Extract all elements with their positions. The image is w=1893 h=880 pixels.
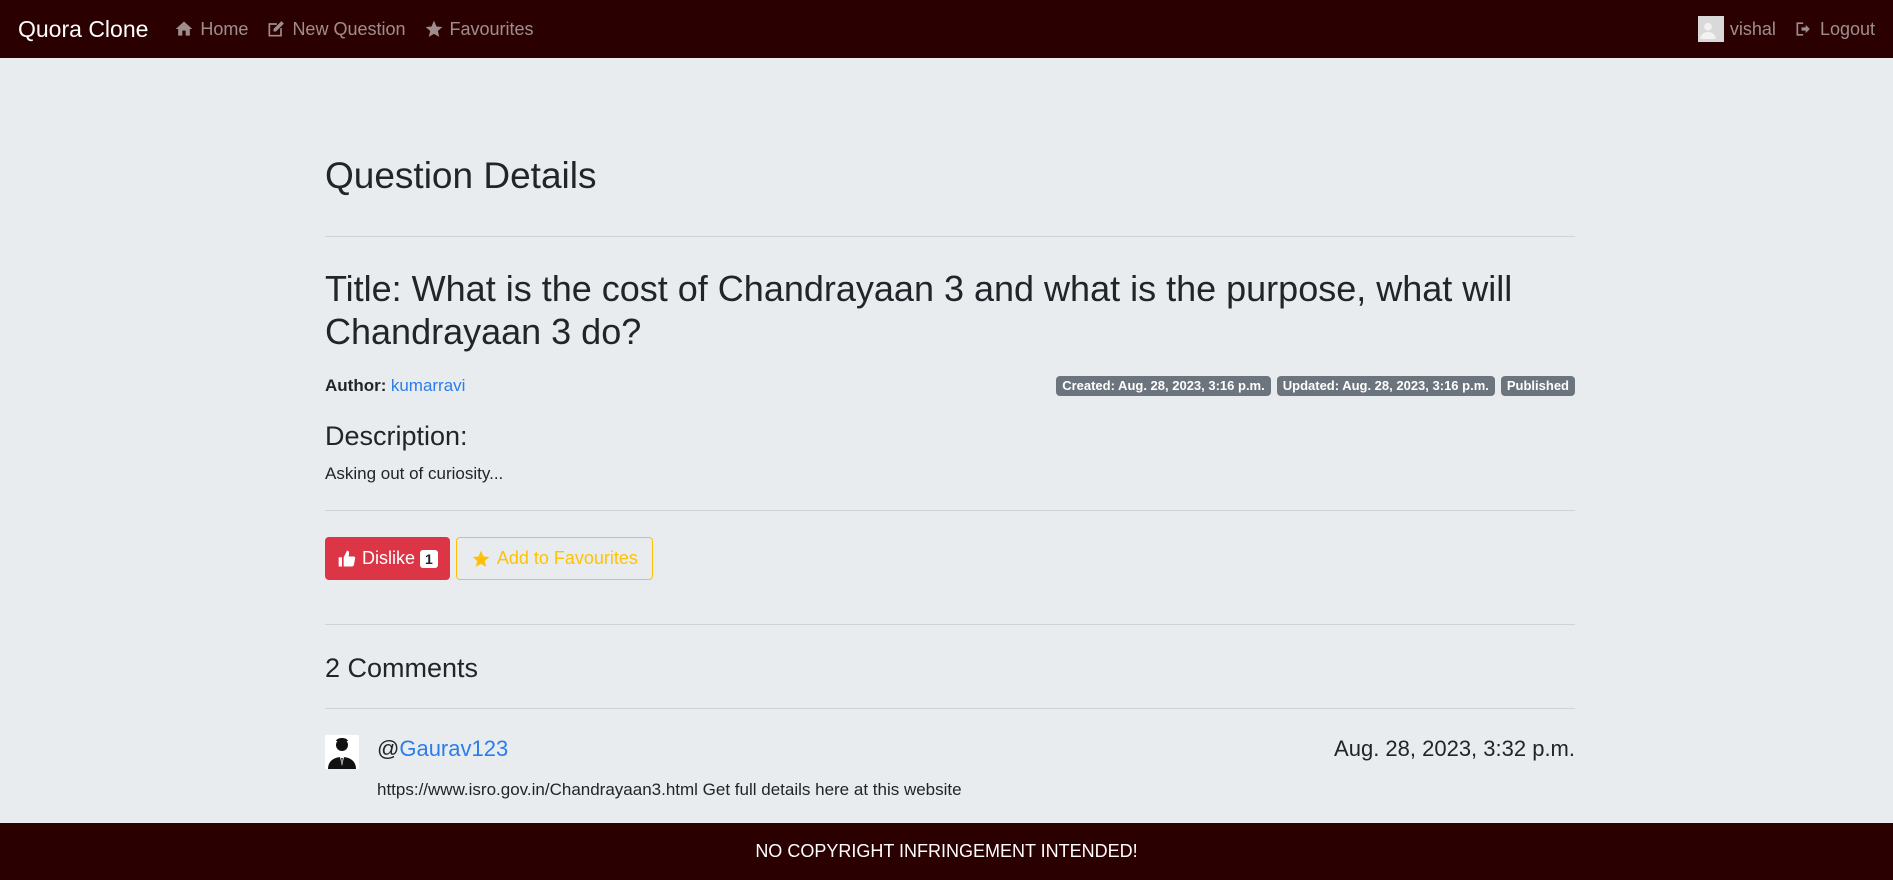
comment-user: @Gaurav123: [377, 736, 508, 762]
edit-icon: [268, 21, 285, 37]
comment-text: https://www.isro.gov.in/Chandrayaan3.htm…: [377, 780, 962, 800]
divider: [325, 708, 1575, 710]
badge-group: Created: Aug. 28, 2023, 3:16 p.m. Update…: [1056, 376, 1575, 397]
commenter-avatar-icon: [325, 735, 359, 770]
author-line: Author: kumarravi: [325, 376, 465, 396]
dislike-count-badge: 1: [420, 549, 438, 568]
brand-link[interactable]: Quora Clone: [18, 16, 148, 43]
status-badge: Published: [1500, 376, 1575, 397]
main-content: Question Details Title: What is the cost…: [325, 58, 1575, 800]
user-name: vishal: [1729, 18, 1776, 39]
author-label: Author:: [325, 376, 387, 396]
comment-header: @Gaurav123 Aug. 28, 2023, 3:32 p.m.: [377, 735, 1575, 763]
comment-date: Aug. 28, 2023, 3:32 p.m.: [1334, 736, 1575, 762]
home-icon: [176, 21, 193, 36]
logout-icon: [1796, 22, 1810, 36]
user-profile-link[interactable]: vishal: [1697, 16, 1776, 42]
dislike-button[interactable]: Dislike 1: [325, 537, 450, 581]
comment-body: @Gaurav123 Aug. 28, 2023, 3:32 p.m. http…: [377, 735, 1575, 800]
updated-badge: Updated: Aug. 28, 2023, 3:16 p.m.: [1276, 376, 1495, 397]
divider: [325, 236, 1575, 238]
author-link[interactable]: kumarravi: [391, 376, 466, 395]
question-actions: Dislike 1 Add to Favourites: [325, 537, 1575, 581]
nav-favourites-link[interactable]: Favourites: [424, 19, 534, 40]
thumbs-up-icon: [338, 550, 356, 567]
user-avatar-icon: [1697, 16, 1724, 42]
comments-heading: 2 Comments: [325, 653, 479, 684]
logout-link[interactable]: Logout: [1794, 19, 1875, 40]
nav-home-link[interactable]: Home: [174, 19, 248, 40]
logout-label: Logout: [1819, 18, 1875, 39]
add-to-favourites-label: Add to Favourites: [496, 548, 638, 569]
dislike-label: Dislike: [362, 548, 416, 569]
nav-new-question-label: New Question: [292, 18, 406, 39]
top-navbar: Quora Clone Home New Question Favourites…: [0, 0, 1893, 58]
nav-favourites-label: Favourites: [449, 18, 534, 39]
divider: [325, 510, 1575, 512]
nav-home-label: Home: [200, 18, 249, 39]
nav-new-question-link[interactable]: New Question: [266, 18, 406, 40]
divider: [325, 624, 1575, 626]
commenter-link[interactable]: Gaurav123: [399, 736, 508, 761]
description-text: Asking out of curiosity...: [325, 464, 504, 484]
created-badge: Created: Aug. 28, 2023, 3:16 p.m.: [1056, 376, 1271, 397]
footer-text: NO COPYRIGHT INFRINGEMENT INTENDED!: [755, 841, 1138, 861]
nav-right-group: vishal Logout: [1697, 16, 1875, 42]
question-meta: Author: kumarravi Created: Aug. 28, 2023…: [325, 375, 1575, 397]
add-to-favourites-button[interactable]: Add to Favourites: [455, 537, 653, 581]
comment-item: @Gaurav123 Aug. 28, 2023, 3:32 p.m. http…: [325, 735, 1575, 800]
page-title: Question Details: [325, 155, 597, 196]
footer: NO COPYRIGHT INFRINGEMENT INTENDED!: [0, 823, 1893, 880]
star-icon: [425, 20, 442, 37]
star-icon: [472, 550, 490, 567]
question-title: Title: What is the cost of Chandrayaan 3…: [325, 268, 1513, 353]
description-heading: Description:: [325, 421, 468, 452]
at-symbol: @: [377, 736, 400, 762]
